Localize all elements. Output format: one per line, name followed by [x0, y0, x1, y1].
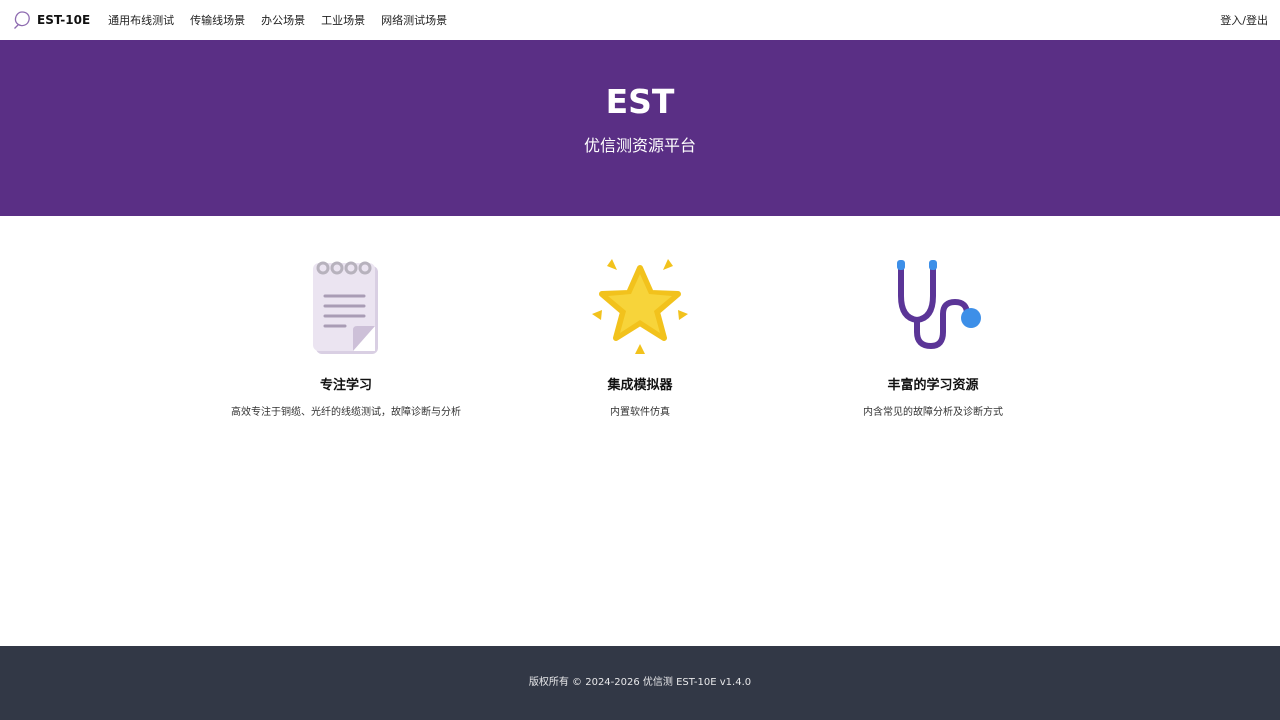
- navbar: EST-10E 通用布线测试 传输线场景 办公场景 工业场景 网络测试场景 登入…: [0, 0, 1280, 40]
- login-logout-link[interactable]: 登入/登出: [1220, 12, 1268, 28]
- hero-title: EST: [605, 82, 675, 121]
- nav-link-industrial[interactable]: 工业场景: [321, 12, 365, 28]
- feature-rich-resources: 丰富的学习资源 内含常见的故障分析及诊断方式: [783, 256, 1083, 420]
- feature-title: 专注学习: [319, 378, 372, 393]
- hero-subtitle: 优信测资源平台: [583, 136, 696, 155]
- footer: 版权所有 © 2024-2026 优信测 EST-10E v1.4.0: [0, 646, 1280, 720]
- notepad-icon: [296, 256, 396, 356]
- feature-description: 高效专注于铜缆、光纤的线缆测试，故障诊断与分析: [231, 407, 461, 418]
- star-icon: [590, 256, 690, 356]
- feature-description: 内置软件仿真: [610, 407, 670, 418]
- brand-link[interactable]: EST-10E: [12, 10, 90, 30]
- hero-banner: EST 优信测资源平台: [0, 40, 1280, 216]
- feature-title: 丰富的学习资源: [887, 378, 979, 393]
- feature-title: 集成模拟器: [607, 378, 673, 393]
- nav-link-transmission-line[interactable]: 传输线场景: [190, 12, 245, 28]
- nav-link-network-test[interactable]: 网络测试场景: [381, 12, 447, 28]
- feature-integrated-simulator: 集成模拟器 内置软件仿真: [490, 256, 790, 420]
- features-section: 专注学习 高效专注于铜缆、光纤的线缆测试，故障诊断与分析 集成模拟器 内置软件仿…: [0, 216, 1280, 646]
- copyright-text: 版权所有 © 2024-2026 优信测 EST-10E v1.4.0: [528, 677, 752, 688]
- nav-link-general-cabling[interactable]: 通用布线测试: [108, 12, 174, 28]
- nav-link-office[interactable]: 办公场景: [261, 12, 305, 28]
- feature-focus-learning: 专注学习 高效专注于铜缆、光纤的线缆测试，故障诊断与分析: [196, 256, 496, 420]
- brand-name: EST-10E: [37, 13, 91, 27]
- stethoscope-icon: [883, 256, 983, 356]
- nav-links: 通用布线测试 传输线场景 办公场景 工业场景 网络测试场景: [108, 12, 463, 28]
- feature-description: 内含常见的故障分析及诊断方式: [863, 407, 1003, 418]
- logo-icon: [14, 11, 30, 29]
